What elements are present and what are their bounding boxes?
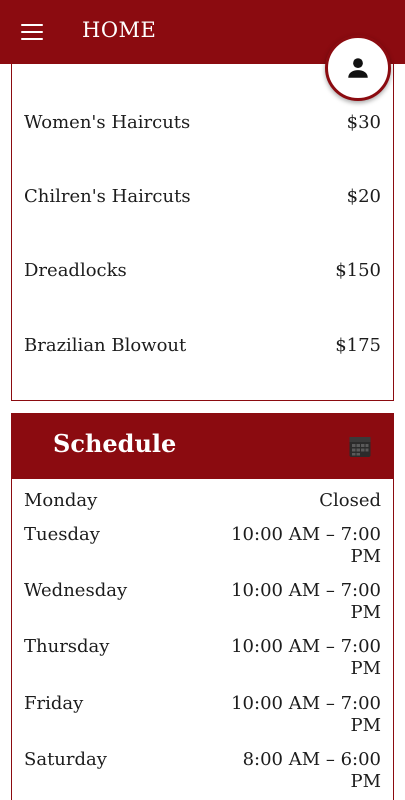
service-price: $30 xyxy=(346,112,381,133)
schedule-card: Schedule Monday Closed Tuesday 10:00 AM … xyxy=(11,413,394,800)
day-name: Friday xyxy=(24,693,84,714)
service-price: $20 xyxy=(346,186,381,207)
schedule-header: Schedule xyxy=(12,414,393,479)
service-item[interactable]: Brazilian Blowout $175 xyxy=(24,335,381,356)
schedule-row: Saturday 8:00 AM – 6:00 PM xyxy=(24,749,381,793)
service-name: Chilren's Haircuts xyxy=(24,186,191,207)
schedule-row: Wednesday 10:00 AM – 7:00 PM xyxy=(24,580,381,624)
service-name: Brazilian Blowout xyxy=(24,335,187,356)
service-price: $175 xyxy=(335,335,381,356)
schedule-row: Monday Closed xyxy=(24,490,381,512)
services-card: Women's Haircuts $30 Chilren's Haircuts … xyxy=(11,54,394,401)
page-title: HOME xyxy=(82,18,157,42)
day-hours: 10:00 AM – 7:00 PM xyxy=(231,693,381,736)
service-price: $150 xyxy=(335,260,381,281)
schedule-title: Schedule xyxy=(53,429,177,458)
schedule-row: Friday 10:00 AM – 7:00 PM xyxy=(24,693,381,737)
schedule-row: Tuesday 10:00 AM – 7:00 PM xyxy=(24,524,381,568)
day-name: Saturday xyxy=(24,749,107,770)
service-item[interactable]: Women's Haircuts $30 xyxy=(24,112,381,133)
day-name: Wednesday xyxy=(24,580,128,601)
service-item[interactable]: Dreadlocks $150 xyxy=(24,260,381,281)
person-icon xyxy=(348,58,368,78)
service-name: Dreadlocks xyxy=(24,260,127,281)
day-name: Thursday xyxy=(24,636,110,657)
day-hours: Closed xyxy=(319,490,381,511)
day-hours: 10:00 AM – 7:00 PM xyxy=(231,580,381,623)
day-hours: 10:00 AM – 7:00 PM xyxy=(231,524,381,567)
menu-icon[interactable] xyxy=(20,22,44,42)
day-name: Monday xyxy=(24,490,98,511)
calendar-icon[interactable] xyxy=(348,435,372,459)
day-hours: 8:00 AM – 6:00 PM xyxy=(242,749,381,792)
day-name: Tuesday xyxy=(24,524,100,545)
service-item[interactable]: Chilren's Haircuts $20 xyxy=(24,186,381,207)
profile-button[interactable] xyxy=(325,35,391,101)
day-hours: 10:00 AM – 7:00 PM xyxy=(231,636,381,679)
schedule-row: Thursday 10:00 AM – 7:00 PM xyxy=(24,636,381,680)
service-name: Women's Haircuts xyxy=(24,112,191,133)
